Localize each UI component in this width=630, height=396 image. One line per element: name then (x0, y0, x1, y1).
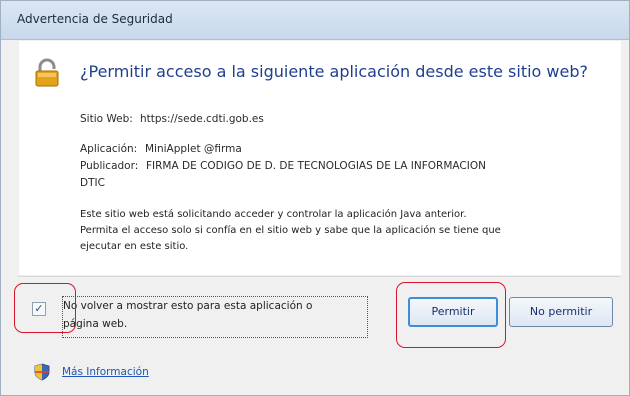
security-warning-text: Este sitio web está solicitando acceder … (80, 207, 616, 255)
lock-icon (35, 58, 59, 87)
checkbox-label-line: página web. (63, 318, 128, 330)
warning-line: Este sitio web está solicitando acceder … (80, 209, 467, 220)
allow-button-highlight-annotation (396, 282, 506, 348)
more-info-link[interactable]: Más Información (62, 366, 149, 378)
site-label: Sitio Web: (80, 113, 133, 125)
publisher-label: Publicador: (80, 160, 139, 172)
warning-line: Permita el acceso solo si confía en el s… (80, 225, 501, 236)
application-value: MiniApplet @firma (145, 143, 242, 155)
checkbox-highlight-annotation (14, 283, 76, 333)
title-bar: Advertencia de Seguridad (1, 1, 629, 40)
application-label: Aplicación: (80, 143, 138, 155)
site-value: https://sede.cdti.gob.es (140, 113, 264, 125)
shield-icon (34, 363, 50, 381)
publisher-value-continued: DTIC (80, 177, 105, 189)
dialog-heading: ¿Permitir acceso a la siguiente aplicaci… (80, 62, 588, 81)
checkbox-label-line: No volver a mostrar esto para esta aplic… (63, 300, 313, 312)
publisher-value: FIRMA DE CODIGO DE D. DE TECNOLOGIAS DE … (146, 160, 486, 172)
window-title: Advertencia de Seguridad (17, 12, 173, 26)
dont-show-again-label[interactable]: No volver a mostrar esto para esta aplic… (63, 297, 368, 333)
deny-button[interactable]: No permitir (509, 297, 613, 327)
separator (18, 276, 620, 277)
warning-line: ejecutar en este sitio. (80, 241, 189, 252)
